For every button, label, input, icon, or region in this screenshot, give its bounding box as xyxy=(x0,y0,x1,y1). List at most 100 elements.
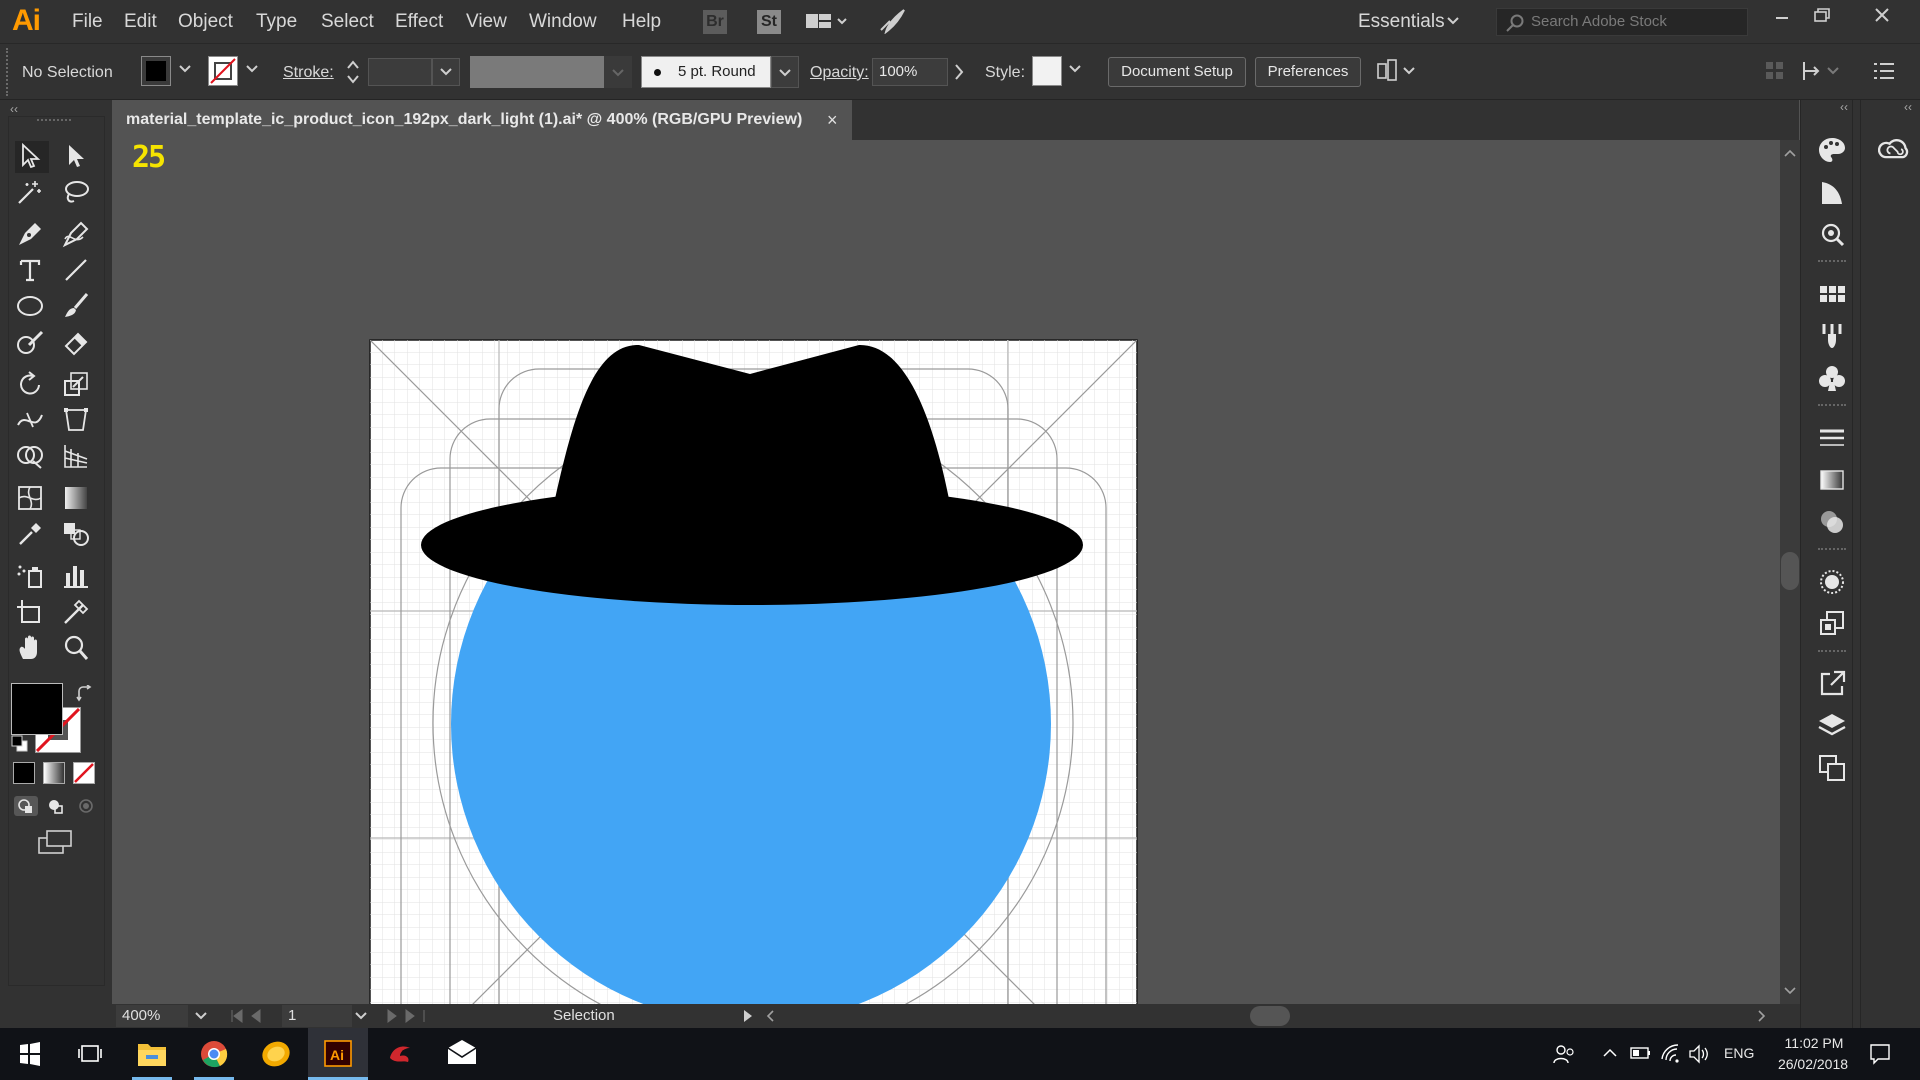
selection-tool[interactable] xyxy=(15,141,49,173)
fill-swatch[interactable] xyxy=(141,56,171,86)
show-hidden-icons-chevron[interactable] xyxy=(1602,1046,1618,1060)
close-window-button[interactable] xyxy=(1862,6,1902,36)
rotate-tool[interactable] xyxy=(15,369,49,401)
variable-width-dropdown[interactable] xyxy=(604,56,632,88)
game-app-icon[interactable] xyxy=(370,1028,430,1080)
vertical-scroll-thumb[interactable] xyxy=(1781,552,1799,590)
scroll-up-icon[interactable] xyxy=(1784,148,1796,158)
panel-group-grip[interactable] xyxy=(1818,548,1846,552)
volume-icon[interactable] xyxy=(1688,1044,1710,1064)
variable-width-profile[interactable] xyxy=(470,56,604,88)
magic-wand-tool[interactable] xyxy=(15,177,49,209)
document-tab[interactable]: material_template_ic_product_icon_192px_… xyxy=(112,100,852,140)
stroke-dropdown-chevron[interactable] xyxy=(245,64,259,74)
zoom-level-input[interactable]: 400% xyxy=(116,1005,188,1027)
restore-button[interactable] xyxy=(1802,6,1842,36)
panel-group-grip[interactable] xyxy=(1818,404,1846,408)
menu-object[interactable]: Object xyxy=(178,0,233,43)
draw-behind-icon[interactable] xyxy=(43,795,69,817)
type-tool[interactable] xyxy=(15,255,49,287)
free-transform-tool[interactable] xyxy=(61,405,95,437)
fill-color-front[interactable] xyxy=(11,683,63,735)
opacity-input[interactable]: 100% xyxy=(872,58,948,86)
opacity-arrow-icon[interactable] xyxy=(952,62,966,82)
none-mode-button[interactable] xyxy=(73,762,95,784)
menu-file[interactable]: File xyxy=(72,0,103,43)
stock-button[interactable]: St xyxy=(757,10,781,34)
menu-help[interactable]: Help xyxy=(622,0,661,43)
menu-view[interactable]: View xyxy=(466,0,507,43)
workspace-switcher[interactable]: Essentials xyxy=(1358,0,1445,43)
layers-icon[interactable] xyxy=(1816,710,1848,742)
brush-definition[interactable]: 5 pt. Round xyxy=(641,56,771,88)
creative-cloud-icon[interactable] xyxy=(1878,134,1914,166)
appearance-icon[interactable] xyxy=(1816,566,1848,598)
expand-cc-panel-icon[interactable]: ‹‹ xyxy=(1904,100,1912,114)
horizontal-scroll-thumb[interactable] xyxy=(1250,1006,1290,1026)
control-bar-grip-icon[interactable] xyxy=(1764,60,1786,82)
lasso-tool[interactable] xyxy=(61,177,95,209)
transform-panel-icon[interactable] xyxy=(1800,58,1844,84)
fill-dropdown-chevron[interactable] xyxy=(178,64,192,74)
chrome-icon[interactable] xyxy=(184,1028,244,1080)
panel-menu-icon[interactable] xyxy=(1872,60,1896,82)
shaper-tool[interactable] xyxy=(15,327,49,359)
stroke-weight-dropdown[interactable] xyxy=(432,58,460,86)
stroke-weight-input[interactable] xyxy=(368,58,432,86)
swatches-icon[interactable] xyxy=(1816,278,1848,310)
action-center-icon[interactable] xyxy=(1868,1042,1892,1066)
close-document-button[interactable]: × xyxy=(827,100,838,140)
minimize-button[interactable] xyxy=(1762,6,1802,36)
next-last-artboard-icons[interactable] xyxy=(382,1009,426,1023)
menu-type[interactable]: Type xyxy=(256,0,297,43)
artboard-number-input[interactable]: 1 xyxy=(282,1005,352,1027)
menu-window[interactable]: Window xyxy=(529,0,597,43)
illustrator-taskbar-icon[interactable]: Ai xyxy=(308,1028,368,1080)
language-indicator[interactable]: ENG xyxy=(1724,1045,1754,1061)
gradient-tool[interactable] xyxy=(61,483,95,515)
chevron-down-icon[interactable] xyxy=(1446,16,1460,26)
graphic-styles-icon[interactable] xyxy=(1816,608,1848,640)
menu-select[interactable]: Select xyxy=(321,0,374,43)
panel-group-grip[interactable] xyxy=(1818,650,1846,654)
first-previous-artboard-icons[interactable] xyxy=(230,1009,274,1023)
paintbrush-tool[interactable] xyxy=(61,291,95,323)
line-segment-tool[interactable] xyxy=(61,255,95,287)
artboard-tool[interactable] xyxy=(15,597,49,629)
libraries-icon[interactable] xyxy=(1816,218,1848,250)
start-button[interactable] xyxy=(0,1028,60,1080)
artboard-dropdown-icon[interactable] xyxy=(354,1011,368,1021)
eraser-tool[interactable] xyxy=(61,327,95,359)
width-tool[interactable] xyxy=(15,405,49,437)
zoom-tool[interactable] xyxy=(61,633,95,665)
expand-panels-icon[interactable]: ‹‹ xyxy=(1840,100,1848,114)
graphic-style-swatch[interactable] xyxy=(1032,56,1062,86)
artboard[interactable] xyxy=(369,339,1138,1004)
gradient-icon[interactable] xyxy=(1816,464,1848,496)
transparency-icon[interactable] xyxy=(1816,506,1848,538)
tools-panel-grip[interactable] xyxy=(37,119,71,123)
align-selection-icon[interactable] xyxy=(1376,58,1420,84)
artboards-icon[interactable] xyxy=(1816,752,1848,784)
vertical-scrollbar[interactable] xyxy=(1780,140,1800,1004)
shape-builder-tool[interactable] xyxy=(15,441,49,473)
draw-inside-icon[interactable] xyxy=(73,795,99,817)
file-explorer-icon[interactable] xyxy=(122,1028,182,1080)
scroll-right-icon[interactable] xyxy=(1756,1009,1768,1023)
canvas[interactable]: 25 xyxy=(112,140,1780,1004)
gpu-performance-icon[interactable] xyxy=(878,8,906,34)
brushes-icon[interactable] xyxy=(1816,320,1848,352)
clock-date[interactable]: 26/02/2018 xyxy=(1770,1056,1856,1072)
change-screen-mode-icon[interactable] xyxy=(37,829,73,855)
direct-selection-tool[interactable] xyxy=(61,141,95,173)
scroll-down-icon[interactable] xyxy=(1784,986,1796,996)
symbols-icon[interactable] xyxy=(1816,362,1848,394)
ellipse-tool[interactable] xyxy=(15,291,49,323)
task-view-button[interactable] xyxy=(60,1028,120,1080)
menu-edit[interactable]: Edit xyxy=(124,0,157,43)
export-icon[interactable] xyxy=(1816,668,1848,700)
scroll-left-icon[interactable] xyxy=(764,1009,776,1023)
panel-group-grip[interactable] xyxy=(1818,260,1846,264)
stroke-swatch[interactable] xyxy=(208,56,238,86)
coin-app-icon[interactable] xyxy=(246,1028,306,1080)
